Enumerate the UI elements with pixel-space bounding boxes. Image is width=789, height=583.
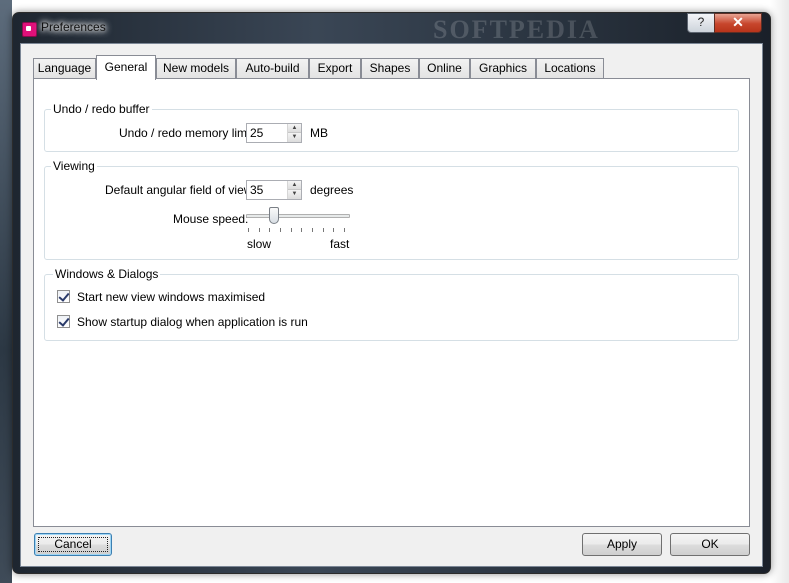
show-startup-dialog-label[interactable]: Show startup dialog when application is …	[77, 315, 308, 329]
cancel-button[interactable]: Cancel	[34, 533, 112, 556]
tab-auto-build[interactable]: Auto-build	[236, 58, 309, 78]
help-button[interactable]: ?	[687, 13, 715, 33]
undo-limit-spin-buttons: ▲ ▼	[287, 124, 301, 142]
apply-button[interactable]: Apply	[582, 533, 662, 556]
undo-limit-unit: MB	[310, 126, 328, 140]
general-tab-panel: Undo / redo buffer Undo / redo memory li…	[33, 78, 750, 527]
preferences-dialog: Preferences SOFTPEDIA ? ✕ Language Gener…	[12, 12, 771, 574]
undo-limit-spinbox[interactable]: 25 ▲ ▼	[246, 123, 302, 143]
tab-language[interactable]: Language	[33, 58, 96, 78]
close-button[interactable]: ✕	[714, 13, 762, 33]
mouse-speed-label: Mouse speed:	[173, 212, 249, 226]
fov-unit: degrees	[310, 183, 354, 197]
viewing-group-title: Viewing	[51, 159, 97, 173]
slider-tick	[344, 228, 345, 232]
start-maximised-checkbox[interactable]	[57, 290, 70, 303]
desktop-background	[0, 0, 12, 583]
slider-track	[246, 214, 350, 218]
windows-dialogs-group-title: Windows & Dialogs	[53, 267, 161, 281]
slider-tick	[333, 228, 334, 232]
fov-value[interactable]: 35	[250, 183, 263, 197]
fast-label: fast	[330, 237, 350, 251]
slider-tick	[323, 228, 324, 232]
spin-up-arrow-icon[interactable]: ▲	[288, 124, 301, 133]
spin-down-arrow-icon[interactable]: ▼	[288, 133, 301, 142]
slider-tick	[280, 228, 281, 232]
slider-tick	[301, 228, 302, 232]
app-icon	[22, 22, 37, 37]
mouse-speed-slider[interactable]	[246, 207, 350, 233]
viewing-group: Viewing Default angular field of view: 3…	[44, 159, 739, 260]
window-title: Preferences	[41, 20, 106, 34]
spin-up-arrow-icon[interactable]: ▲	[288, 181, 301, 190]
tab-export[interactable]: Export	[309, 58, 361, 78]
ok-button[interactable]: OK	[670, 533, 750, 556]
focus-rectangle	[38, 537, 108, 552]
slider-tick	[291, 228, 292, 232]
tab-graphics[interactable]: Graphics	[470, 58, 536, 78]
tab-new-models[interactable]: New models	[156, 58, 236, 78]
tab-general[interactable]: General	[96, 55, 156, 80]
slow-label: slow	[247, 237, 272, 251]
windows-dialogs-group: Windows & Dialogs Start new view windows…	[44, 267, 739, 341]
slider-tick	[269, 228, 270, 232]
undo-redo-group: Undo / redo buffer Undo / redo memory li…	[44, 102, 739, 152]
tab-locations[interactable]: Locations	[536, 58, 604, 78]
slider-tick	[248, 228, 249, 232]
fov-spinbox[interactable]: 35 ▲ ▼	[246, 180, 302, 200]
slider-thumb[interactable]	[269, 207, 279, 224]
tab-online[interactable]: Online	[419, 58, 470, 78]
tab-shapes[interactable]: Shapes	[361, 58, 419, 78]
fov-spin-buttons: ▲ ▼	[287, 181, 301, 199]
show-startup-dialog-checkbox[interactable]	[57, 315, 70, 328]
slider-tick	[259, 228, 260, 232]
watermark-text: SOFTPEDIA	[433, 15, 600, 44]
undo-limit-value[interactable]: 25	[250, 126, 263, 140]
undo-redo-group-title: Undo / redo buffer	[51, 102, 152, 116]
fov-label: Default angular field of view:	[105, 183, 256, 197]
dialog-client-area: Language General New models Auto-build E…	[20, 43, 763, 567]
undo-limit-label: Undo / redo memory limit:	[119, 126, 257, 140]
desktop-background-right	[770, 0, 789, 583]
start-maximised-label[interactable]: Start new view windows maximised	[77, 290, 265, 304]
spin-down-arrow-icon[interactable]: ▼	[288, 190, 301, 199]
slider-tick	[312, 228, 313, 232]
title-bar[interactable]: Preferences SOFTPEDIA ? ✕	[13, 13, 770, 44]
